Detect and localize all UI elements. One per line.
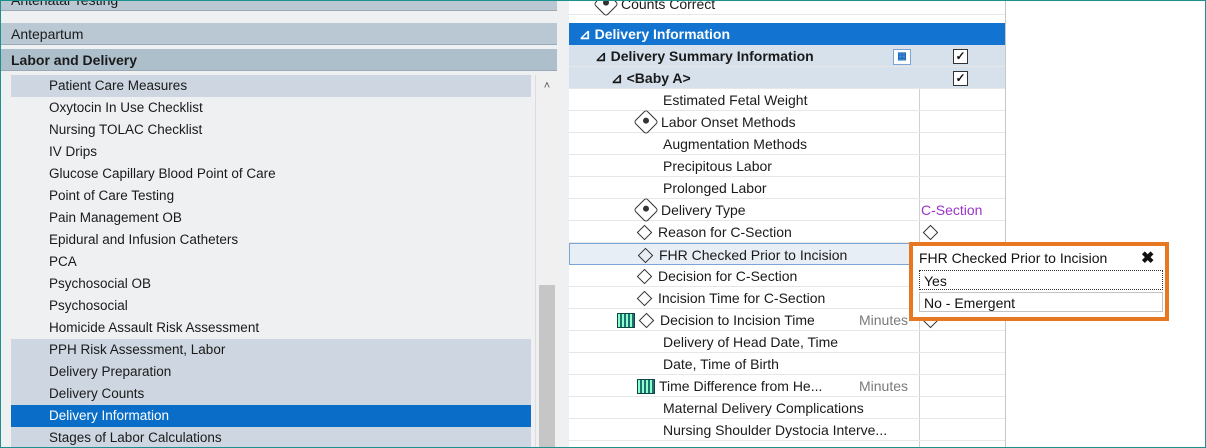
dynamic-group-icon[interactable]: ▦	[893, 49, 911, 65]
navigator-scrollbar[interactable]: ˄	[535, 75, 558, 447]
row-label: Date, Time of Birth	[663, 356, 779, 372]
row-label: Decision to Incision Time	[660, 312, 815, 328]
collapse-triangle-icon[interactable]: ⊿	[611, 70, 623, 86]
list-item[interactable]: Glucose Capillary Blood Point of Care	[11, 163, 531, 185]
delivery-type-value[interactable]: C-Section	[921, 199, 982, 221]
list-item[interactable]: PCA	[11, 251, 531, 273]
calculator-icon[interactable]	[637, 378, 655, 394]
option-yes[interactable]: Yes	[919, 270, 1163, 290]
unit-label: Minutes	[859, 312, 909, 328]
list-item[interactable]: Psychosocial OB	[11, 273, 531, 295]
documentation-tree: Counts Correct ⊿ Delivery Information ⊿ …	[569, 1, 1005, 447]
list-item[interactable]: PPH Risk Assessment, Labor	[11, 339, 531, 361]
pane-divider[interactable]	[557, 1, 569, 447]
tree-section-delivery-information[interactable]: ⊿ Delivery Information	[569, 23, 1005, 45]
category-antepartum[interactable]: Antepartum	[1, 23, 557, 45]
section-list: Patient Care Measures Oxytocin In Use Ch…	[11, 75, 531, 447]
list-item[interactable]: IV Drips	[11, 141, 531, 163]
unit-label: Minutes	[859, 378, 909, 394]
row-label: Delivery Information	[594, 26, 730, 42]
list-item[interactable]: Pain Management OB	[11, 207, 531, 229]
list-item[interactable]: Delivery Preparation	[11, 361, 531, 383]
row-label: Labor Onset Methods	[661, 114, 796, 130]
list-item[interactable]: Stages of Labor Calculations	[11, 427, 531, 447]
list-item[interactable]: Oxytocin In Use Checklist	[11, 97, 531, 119]
value-diamond-icon	[922, 224, 939, 241]
row-label: Augmentation Methods	[663, 136, 807, 152]
collapse-triangle-icon[interactable]: ⊿	[579, 26, 591, 42]
tree-row[interactable]: Reason for C-Section	[569, 221, 1005, 243]
required-diamond-icon	[633, 197, 659, 224]
row-label: Time Difference from He...	[659, 378, 823, 394]
tree-row-time-difference[interactable]: Time Difference from He... Minutes	[569, 375, 1005, 397]
tree-row[interactable]: Augmentation Methods	[569, 133, 1005, 155]
category-label: Antepartum	[11, 26, 84, 42]
list-item-selected[interactable]: Delivery Information	[11, 405, 531, 427]
list-item[interactable]: Patient Care Measures	[11, 75, 531, 97]
list-item[interactable]: Nursing TOLAC Checklist	[11, 119, 531, 141]
tree-row[interactable]: Labor Onset Methods	[569, 109, 1005, 136]
row-label: Counts Correct	[621, 0, 716, 12]
required-diamond-icon	[633, 109, 659, 136]
category-antenatal-testing[interactable]: Antenatal Testing	[1, 0, 557, 11]
row-label: Prolonged Labor	[663, 180, 767, 196]
tree-row[interactable]: Nursing Shoulder Dystocia Interve...	[569, 419, 1005, 441]
tree-row[interactable]: Maternal Delivery Complications	[569, 397, 1005, 419]
close-icon[interactable]: ✖	[1141, 248, 1154, 268]
diamond-icon	[636, 224, 653, 241]
list-item[interactable]: Homicide Assault Risk Assessment	[11, 317, 531, 339]
tree-group-delivery-summary[interactable]: ⊿ Delivery Summary Information ▦ ✓	[569, 45, 1005, 67]
row-label: <Baby A>	[626, 70, 691, 86]
empty-pane	[1005, 1, 1205, 447]
row-label: Estimated Fetal Weight	[663, 92, 808, 108]
list-item[interactable]: Point of Care Testing	[11, 185, 531, 207]
popup-title: FHR Checked Prior to Incision	[919, 250, 1108, 266]
diamond-icon	[638, 312, 655, 329]
tree-row[interactable]: Precipitous Labor	[569, 155, 1005, 177]
row-label: Maternal Delivery Complications	[663, 400, 864, 416]
diamond-icon	[637, 247, 654, 264]
app-frame: Antenatal Testing Antepartum Labor and D…	[0, 0, 1206, 448]
tree-row[interactable]: Delivery of Head Date, Time	[569, 331, 1005, 353]
list-item[interactable]: Epidural and Infusion Catheters	[11, 229, 531, 251]
tree-row[interactable]: Prolonged Labor	[569, 177, 1005, 199]
category-label: Antenatal Testing	[11, 0, 119, 8]
group-checkbox[interactable]: ✓	[953, 49, 968, 64]
band-navigator: Antenatal Testing Antepartum Labor and D…	[1, 0, 558, 447]
calculator-icon[interactable]	[617, 312, 635, 328]
baby-checkbox[interactable]: ✓	[953, 71, 968, 86]
tree-row[interactable]: Estimated Fetal Weight	[569, 89, 1005, 111]
required-diamond-icon	[593, 1, 619, 18]
row-label: FHR Checked Prior to Incision	[659, 247, 848, 263]
diamond-icon	[636, 290, 653, 307]
option-no-emergent[interactable]: No - Emergent	[919, 292, 1163, 312]
tree-group-baby-a[interactable]: ⊿ <Baby A> ✓	[569, 67, 1005, 89]
tree-row-counts-correct[interactable]: Counts Correct	[569, 0, 1005, 18]
fhr-options-popup: FHR Checked Prior to Incision ✖ Yes No -…	[909, 242, 1169, 321]
diamond-icon	[636, 268, 653, 285]
category-label: Labor and Delivery	[11, 52, 138, 68]
row-label: Reason for C-Section	[658, 224, 792, 240]
row-label: Incision Time for C-Section	[658, 290, 826, 306]
tree-row[interactable]: Date, Time of Birth	[569, 353, 1005, 375]
row-label: Delivery Summary Information	[610, 48, 814, 64]
row-label: Decision for C-Section	[658, 268, 798, 284]
tree-row-delivery-type[interactable]: Delivery Type C-Section	[569, 197, 1005, 224]
list-item[interactable]: Psychosocial	[11, 295, 531, 317]
collapse-triangle-icon[interactable]: ⊿	[595, 48, 607, 64]
category-labor-and-delivery[interactable]: Labor and Delivery	[1, 49, 557, 71]
row-label: Delivery Type	[661, 202, 746, 218]
row-label: Precipitous Labor	[663, 158, 772, 174]
row-label: Delivery of Head Date, Time	[663, 334, 839, 350]
row-label: Nursing Shoulder Dystocia Interve...	[663, 422, 888, 438]
list-item[interactable]: Delivery Counts	[11, 383, 531, 405]
scroll-up-icon[interactable]: ˄	[536, 75, 558, 97]
scroll-thumb[interactable]	[539, 285, 555, 447]
